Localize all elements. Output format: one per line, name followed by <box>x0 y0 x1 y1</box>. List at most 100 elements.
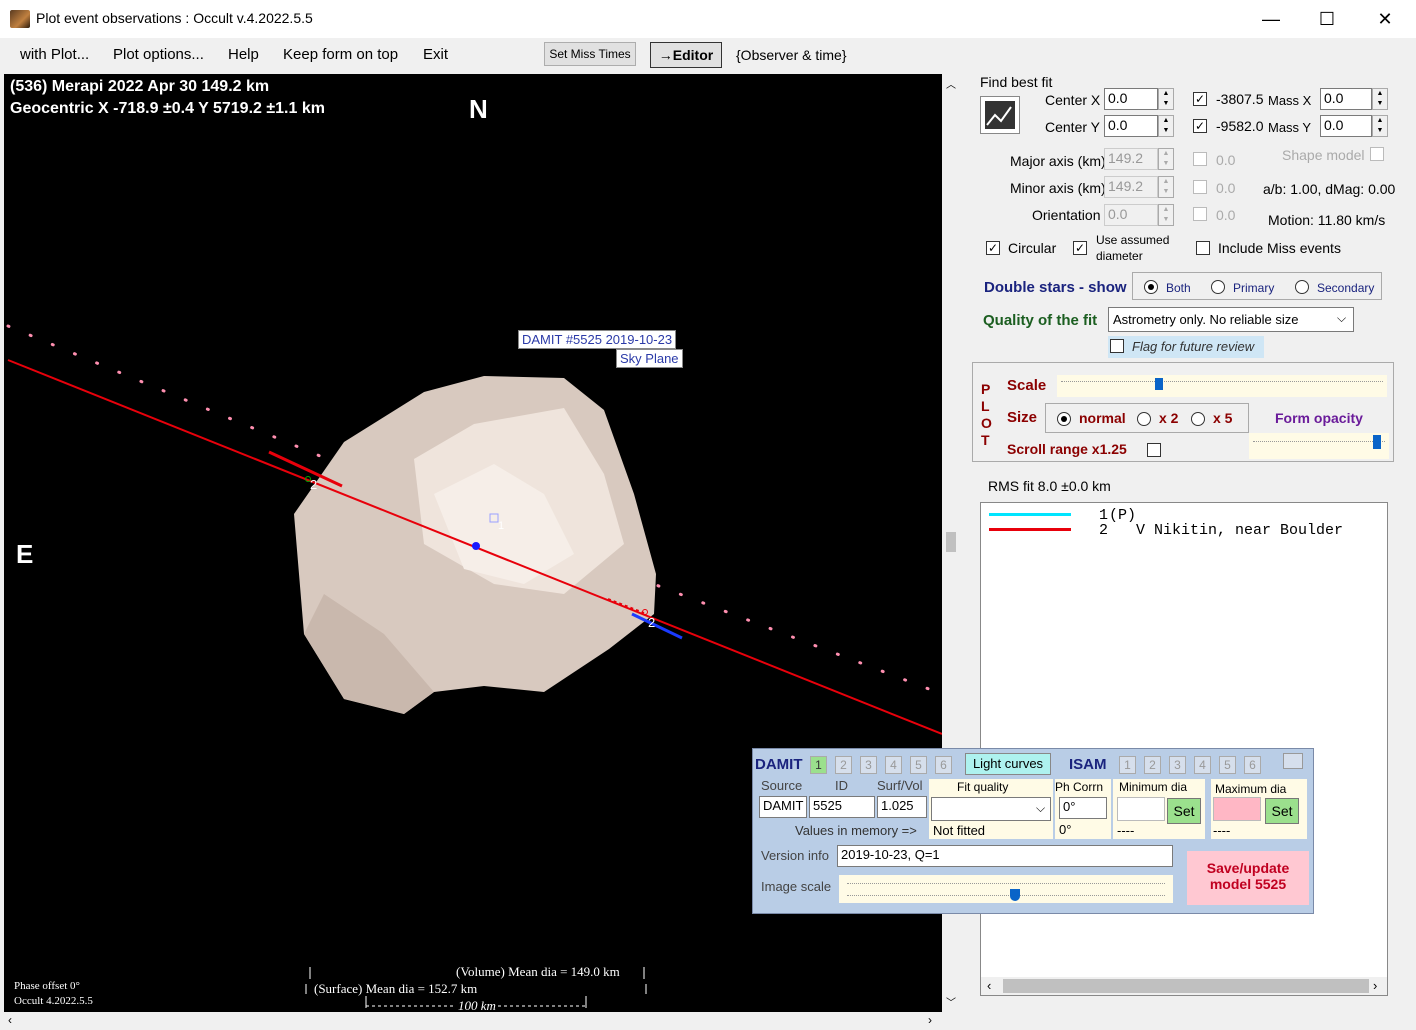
header-surf-vol: Surf/Vol <box>877 778 923 793</box>
minimize-button[interactable]: — <box>1242 0 1300 38</box>
scroll-down-icon[interactable]: ﹀ <box>946 994 956 1009</box>
circular-checkbox[interactable]: ✓ <box>986 241 1000 255</box>
rms-fit-text: RMS fit 8.0 ±0.0 km <box>988 478 1111 494</box>
title-bar: Plot event observations : Occult v.4.202… <box>0 0 1416 38</box>
maximize-button[interactable]: ☐ <box>1298 0 1356 38</box>
version-info-field[interactable]: 2019-10-23, Q=1 <box>837 845 1173 867</box>
scroll-range-label: Scroll range x1.25 <box>1007 441 1127 457</box>
find-best-fit-button[interactable] <box>980 96 1020 134</box>
damit-tab-2[interactable]: 2 <box>835 756 852 774</box>
editor-button[interactable]: →Editor <box>650 42 722 68</box>
center-x-spinner[interactable]: ▲ ▼ <box>1158 88 1174 110</box>
menu-with-plot[interactable]: with Plot... <box>20 46 89 63</box>
flag-future-checkbox[interactable] <box>1110 339 1124 353</box>
primary-label: Primary <box>1233 281 1275 295</box>
circular-label: Circular <box>1008 240 1057 256</box>
damit-tab-1[interactable]: 1 <box>810 756 827 774</box>
max-dia-field[interactable] <box>1213 797 1261 821</box>
menu-plot-options[interactable]: Plot options... <box>113 46 204 63</box>
ph-corrn-memory: 0° <box>1059 822 1072 837</box>
center-x-input[interactable]: 0.0 <box>1104 88 1158 110</box>
isam-tab-3[interactable]: 3 <box>1169 756 1186 774</box>
damit-panel-toggle[interactable] <box>1283 753 1303 769</box>
scroll-left-icon[interactable]: ‹ <box>987 978 991 993</box>
scroll-up-icon[interactable]: ︿ <box>946 76 956 91</box>
orientation-input[interactable]: 0.0 <box>1104 204 1158 226</box>
scroll-thumb[interactable] <box>946 532 956 552</box>
surface-mean-dia: (Surface) Mean dia = 152.7 km <box>314 981 478 996</box>
id-field[interactable]: 5525 <box>809 796 875 818</box>
isam-tab-4[interactable]: 4 <box>1194 756 1211 774</box>
observer-time-menu[interactable]: {Observer & time} <box>736 47 847 63</box>
mass-x-checkbox[interactable]: ✓ <box>1193 92 1207 106</box>
isam-tab-2[interactable]: 2 <box>1144 756 1161 774</box>
damit-tab-5[interactable]: 5 <box>910 756 927 774</box>
mass-y-input[interactable]: 0.0 <box>1320 115 1372 137</box>
minor-axis-checkbox[interactable] <box>1193 180 1207 194</box>
form-opacity-slider-thumb[interactable] <box>1373 435 1381 449</box>
surf-vol-field[interactable]: 1.025 <box>877 796 927 818</box>
minor-axis-input[interactable]: 149.2 <box>1104 176 1158 198</box>
menu-keep-on-top[interactable]: Keep form on top <box>283 46 398 63</box>
shape-model-checkbox[interactable] <box>1370 147 1384 161</box>
major-axis-checkbox[interactable] <box>1193 152 1207 166</box>
set-miss-times-button[interactable]: Set Miss Times <box>544 42 636 66</box>
major-axis-spinner[interactable]: ▲ ▼ <box>1158 148 1174 170</box>
scale-slider-thumb[interactable] <box>1155 378 1163 390</box>
min-dia-field[interactable] <box>1117 797 1165 821</box>
fit-quality-select[interactable]: ⌵ <box>931 797 1051 821</box>
orientation-spinner[interactable]: ▲ ▼ <box>1158 204 1174 226</box>
min-dia-memory: ---- <box>1117 823 1135 838</box>
use-assumed-checkbox[interactable]: ✓ <box>1073 241 1087 255</box>
image-scale-slider[interactable] <box>839 875 1173 903</box>
damit-tab-4[interactable]: 4 <box>885 756 902 774</box>
primary-radio[interactable] <box>1211 280 1225 294</box>
isam-tab-5[interactable]: 5 <box>1219 756 1236 774</box>
ph-corrn-field[interactable]: 0° <box>1059 797 1107 819</box>
menu-help[interactable]: Help <box>228 46 259 63</box>
include-miss-checkbox[interactable] <box>1196 241 1210 255</box>
path-dots-upper <box>6 324 346 468</box>
minor-axis-label: Minor axis (km) <box>1010 180 1106 196</box>
scroll-right-icon[interactable]: › <box>1373 978 1377 993</box>
damit-tab-3[interactable]: 3 <box>860 756 877 774</box>
header-min-dia: Minimum dia <box>1119 780 1188 794</box>
secondary-radio[interactable] <box>1295 280 1309 294</box>
scroll-left-icon[interactable]: ‹ <box>8 1013 12 1027</box>
form-opacity-label: Form opacity <box>1275 410 1363 426</box>
mass-y-spinner[interactable]: ▲ ▼ <box>1372 115 1388 137</box>
close-button[interactable]: ✕ <box>1356 0 1414 38</box>
image-scale-slider-thumb[interactable] <box>1010 889 1020 901</box>
scale-slider[interactable] <box>1057 375 1387 397</box>
save-update-model-button[interactable]: Save/update model 5525 <box>1187 851 1309 905</box>
scroll-range-checkbox[interactable] <box>1147 443 1161 457</box>
damit-tab-6[interactable]: 6 <box>935 756 952 774</box>
form-opacity-slider[interactable] <box>1249 433 1389 459</box>
size-normal-radio[interactable] <box>1057 412 1071 426</box>
scroll-right-icon[interactable]: › <box>928 1013 932 1027</box>
results-hscrollbar[interactable]: ‹ › <box>981 977 1387 995</box>
size-x5-radio[interactable] <box>1191 412 1205 426</box>
center-marker <box>472 542 480 550</box>
set-min-button[interactable]: Set <box>1167 798 1201 824</box>
menu-exit[interactable]: Exit <box>423 46 448 63</box>
size-x2-radio[interactable] <box>1137 412 1151 426</box>
mass-y-checkbox[interactable]: ✓ <box>1193 119 1207 133</box>
isam-tab-1[interactable]: 1 <box>1119 756 1136 774</box>
both-radio[interactable] <box>1144 280 1158 294</box>
light-curves-button[interactable]: Light curves <box>965 753 1051 775</box>
orientation-checkbox[interactable] <box>1193 207 1207 221</box>
source-field[interactable]: DAMIT <box>759 796 807 818</box>
center-y-input[interactable]: 0.0 <box>1104 115 1158 137</box>
center-y-spinner[interactable]: ▲ ▼ <box>1158 115 1174 137</box>
isam-tab-6[interactable]: 6 <box>1244 756 1261 774</box>
set-max-button[interactable]: Set <box>1265 798 1299 824</box>
quality-select[interactable]: Astrometry only. No reliable size ⌵ <box>1108 307 1354 332</box>
mass-x-spinner[interactable]: ▲ ▼ <box>1372 88 1388 110</box>
mass-x-input[interactable]: 0.0 <box>1320 88 1372 110</box>
results-scroll-thumb[interactable] <box>1003 979 1369 993</box>
size-x2-label: x 2 <box>1159 410 1179 426</box>
plot-horizontal-scrollbar[interactable]: ‹ › <box>4 1012 942 1030</box>
major-axis-input[interactable]: 149.2 <box>1104 148 1158 170</box>
minor-axis-spinner[interactable]: ▲ ▼ <box>1158 176 1174 198</box>
